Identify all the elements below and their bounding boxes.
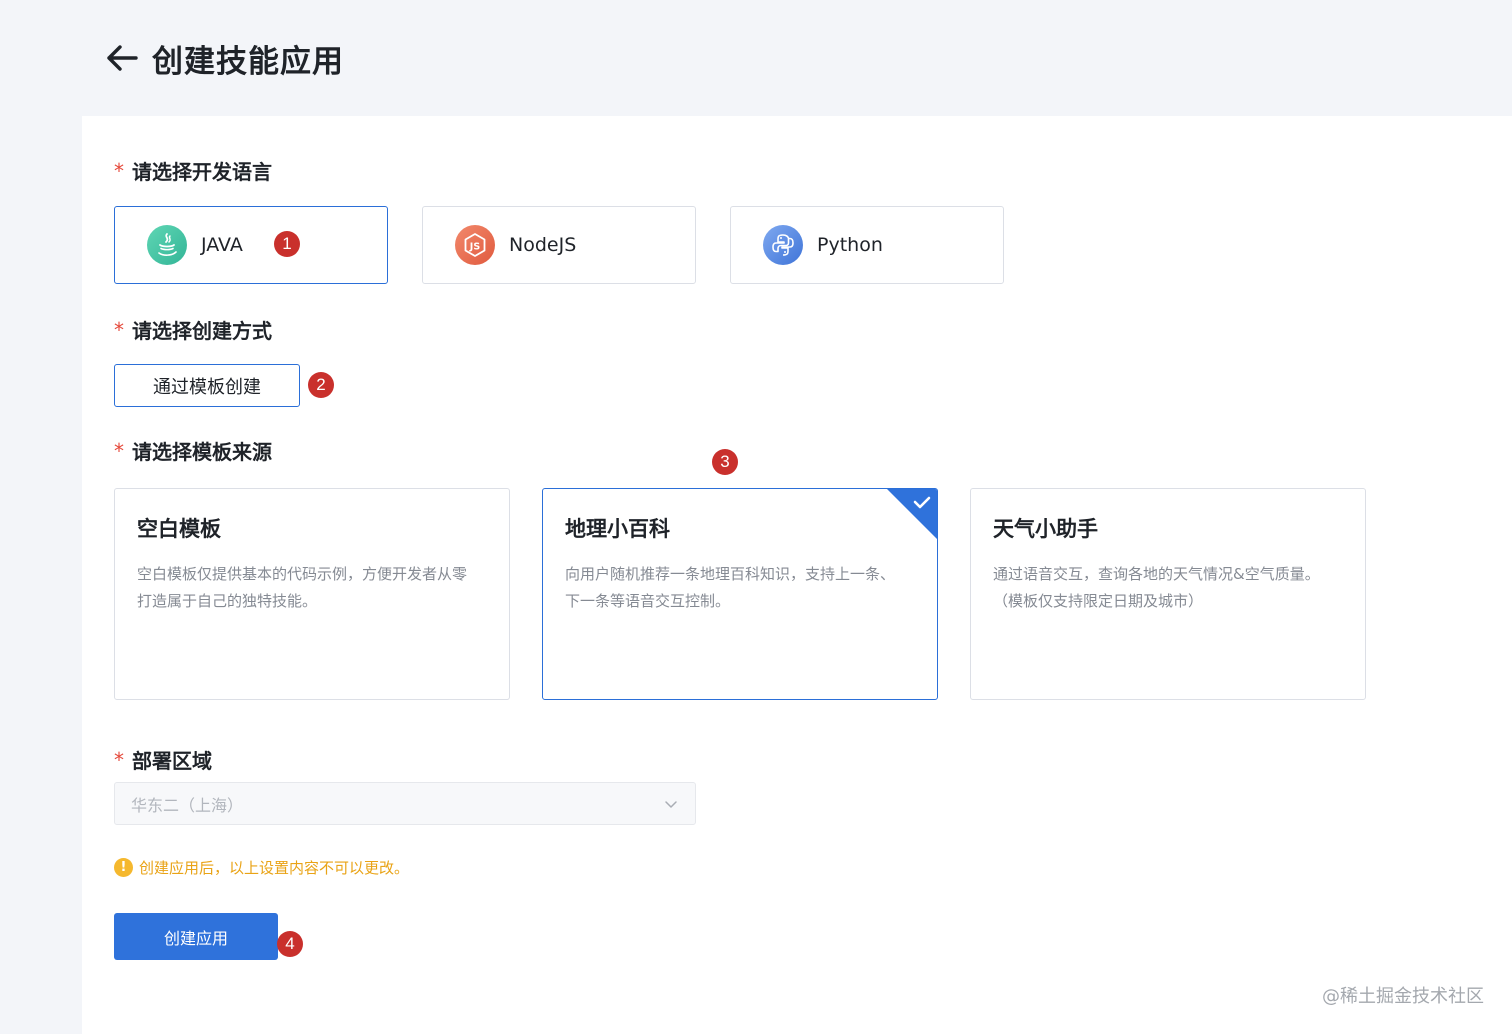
svg-text:JS: JS bbox=[469, 242, 481, 253]
step-badge-3: 3 bbox=[712, 449, 738, 475]
language-option-nodejs[interactable]: JS NodeJS bbox=[422, 206, 696, 284]
language-label-text: 请选择开发语言 bbox=[132, 160, 272, 184]
form-panel: * 请选择开发语言 JAVA 1 JS NodeJS Python * 请选择创… bbox=[82, 116, 1512, 1034]
template-desc-line: 打造属于自己的独特技能。 bbox=[137, 592, 318, 610]
method-label: * 请选择创建方式 bbox=[114, 315, 272, 344]
template-create-button[interactable]: 通过模板创建 bbox=[114, 364, 300, 407]
region-select[interactable]: 华东二（上海） bbox=[114, 782, 696, 825]
selected-check-icon bbox=[887, 489, 937, 539]
chevron-down-icon bbox=[665, 800, 677, 808]
template-title: 地理小百科 bbox=[565, 517, 670, 541]
required-mark: * bbox=[114, 747, 124, 772]
required-mark: * bbox=[114, 317, 124, 342]
template-title: 空白模板 bbox=[137, 517, 221, 541]
step-badge-4: 4 bbox=[277, 931, 303, 957]
template-card-weather[interactable]: 天气小助手 通过语音交互，查询各地的天气情况&空气质量。 （模板仅支持限定日期及… bbox=[970, 488, 1366, 700]
template-desc-line: （模板仅支持限定日期及城市） bbox=[993, 592, 1204, 610]
create-app-button[interactable]: 创建应用 bbox=[114, 913, 278, 960]
nodejs-icon: JS bbox=[455, 225, 495, 265]
language-option-java[interactable]: JAVA bbox=[114, 206, 388, 284]
required-mark: * bbox=[114, 158, 124, 183]
region-label: * 部署区域 bbox=[114, 745, 212, 774]
template-desc-line: 下一条等语音交互控制。 bbox=[565, 592, 731, 610]
page: 创建技能应用 * 请选择开发语言 JAVA 1 JS NodeJS Python… bbox=[0, 0, 1512, 1034]
template-card-blank[interactable]: 空白模板 空白模板仅提供基本的代码示例，方便开发者从零 打造属于自己的独特技能。 bbox=[114, 488, 510, 700]
language-option-python[interactable]: Python bbox=[730, 206, 1004, 284]
language-name: Python bbox=[817, 234, 883, 256]
template-desc-line: 通过语音交互，查询各地的天气情况&空气质量。 bbox=[993, 565, 1320, 583]
warning-notice: ! 创建应用后，以上设置内容不可以更改。 bbox=[114, 857, 409, 878]
region-select-value: 华东二（上海） bbox=[131, 795, 244, 815]
method-label-text: 请选择创建方式 bbox=[132, 319, 272, 343]
python-icon bbox=[763, 225, 803, 265]
java-icon bbox=[147, 225, 187, 265]
template-label: * 请选择模板来源 bbox=[114, 436, 272, 465]
template-desc-line: 向用户随机推荐一条地理百科知识，支持上一条、 bbox=[565, 565, 896, 583]
template-label-text: 请选择模板来源 bbox=[132, 440, 272, 464]
language-label: * 请选择开发语言 bbox=[114, 156, 272, 185]
warning-text: 创建应用后，以上设置内容不可以更改。 bbox=[139, 859, 410, 877]
template-title: 天气小助手 bbox=[993, 517, 1098, 541]
region-label-text: 部署区域 bbox=[132, 749, 212, 773]
header: 创建技能应用 bbox=[104, 36, 344, 80]
language-name: NodeJS bbox=[509, 234, 577, 256]
step-badge-2: 2 bbox=[308, 372, 334, 398]
page-title: 创建技能应用 bbox=[152, 43, 344, 80]
template-card-geography[interactable]: 地理小百科 向用户随机推荐一条地理百科知识，支持上一条、 下一条等语音交互控制。 bbox=[542, 488, 938, 700]
warning-icon: ! bbox=[114, 858, 133, 877]
step-badge-1: 1 bbox=[274, 231, 300, 257]
back-arrow-icon[interactable] bbox=[104, 40, 140, 76]
watermark: @稀土掘金技术社区 bbox=[1322, 986, 1484, 1007]
language-name: JAVA bbox=[201, 234, 243, 256]
required-mark: * bbox=[114, 438, 124, 463]
template-desc-line: 空白模板仅提供基本的代码示例，方便开发者从零 bbox=[137, 565, 468, 583]
